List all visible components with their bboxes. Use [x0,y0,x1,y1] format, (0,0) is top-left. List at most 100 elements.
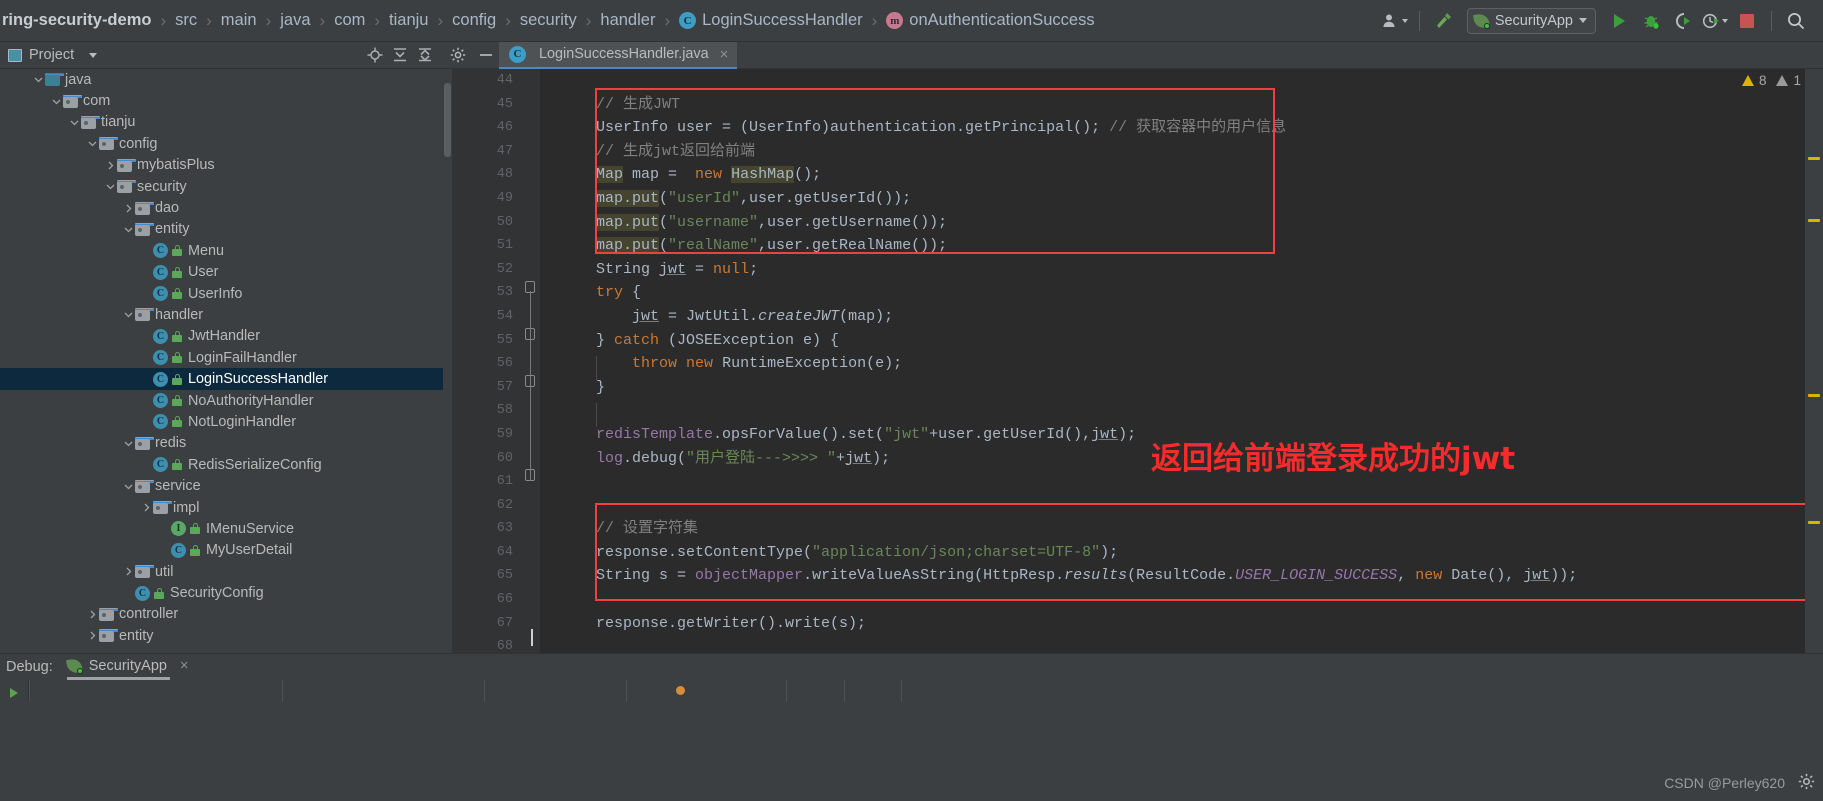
code-line[interactable] [540,69,1823,93]
expand-all-icon[interactable] [389,45,410,66]
chevron-right-icon[interactable] [122,565,135,578]
breadcrumb-item-java[interactable]: java [280,0,310,42]
tree-item-myuserdetail[interactable]: C MyUserDetail [0,540,443,561]
code-line[interactable]: String s = objectMapper.writeValueAsStri… [540,564,1823,588]
breadcrumb-item-src[interactable]: src [175,0,197,42]
stop-button[interactable] [1732,6,1762,36]
chevron-right-icon[interactable] [86,608,99,621]
error-marker[interactable] [1808,219,1820,222]
error-marker[interactable] [1808,394,1820,397]
breadcrumb-item-tianju[interactable]: tianju [389,0,428,42]
tree-item-controller[interactable]: controller [0,604,443,625]
tree-item-user[interactable]: C User [0,262,443,283]
chevron-down-icon[interactable] [89,52,98,58]
breadcrumb-item-handler[interactable]: handler [600,0,655,42]
tree-item-com[interactable]: com [0,90,443,111]
editor-marker-bar[interactable] [1805,69,1823,653]
tree-item-entity[interactable]: entity [0,219,443,240]
breadcrumb-item-main[interactable]: main [221,0,257,42]
inspection-widget[interactable]: 8 1 [1741,73,1801,88]
code-line[interactable]: response.getWriter().write(s); [540,612,1823,636]
gear-icon[interactable] [1798,773,1815,795]
code-line[interactable]: // 生成JWT [540,93,1823,117]
project-tree[interactable]: java com tianju config mybatisPlus security da… [0,69,443,653]
chevron-down-icon[interactable] [122,480,135,493]
breadcrumb-item-security[interactable]: security [520,0,577,42]
breadcrumb-item-config[interactable]: config [452,0,496,42]
run-with-coverage-button[interactable] [1668,6,1698,36]
tree-item-redis[interactable]: redis [0,433,443,454]
code-line[interactable] [540,399,1823,423]
code-line[interactable] [540,588,1823,612]
chevron-down-icon[interactable] [104,180,117,193]
code-line[interactable]: // 设置字符集 [540,517,1823,541]
tree-item-util[interactable]: util [0,561,443,582]
chevron-down-icon[interactable] [122,437,135,450]
chevron-right-icon[interactable] [86,629,99,642]
tree-item-securityconfig[interactable]: C SecurityConfig [0,582,443,603]
tree-item-notloginhandler[interactable]: C NotLoginHandler [0,411,443,432]
tree-item-imenuservice[interactable]: I IMenuService [0,518,443,539]
scrollbar-thumb[interactable] [444,83,451,157]
tree-item-impl[interactable]: impl [0,497,443,518]
code-line[interactable]: try { [540,281,1823,305]
code-line[interactable]: } [540,376,1823,400]
tree-item-redisserializeconfig[interactable]: C RedisSerializeConfig [0,454,443,475]
tree-item-config[interactable]: config [0,133,443,154]
chevron-right-icon[interactable] [104,159,117,172]
tree-item-noauthorityhandler[interactable]: C NoAuthorityHandler [0,390,443,411]
settings-icon[interactable] [445,42,471,68]
project-tool-window-button[interactable]: Project [0,47,98,63]
editor-left-scrollbar[interactable] [443,69,452,653]
tree-item-mybatisplus[interactable]: mybatisPlus [0,155,443,176]
code-line[interactable]: Map map = new HashMap(); [540,163,1823,187]
breadcrumb-item-loginsuccesshandler[interactable]: C LoginSuccessHandler [679,0,863,42]
tree-item-jwthandler[interactable]: C JwtHandler [0,326,443,347]
debug-resume-button[interactable] [0,682,28,704]
run-configuration-selector[interactable]: SecurityApp [1466,7,1596,34]
debug-button[interactable] [1636,6,1666,36]
chevron-down-icon[interactable] [50,95,63,108]
breakpoint-icon[interactable] [676,686,685,695]
code-editor[interactable]: 44 45 46 47 48 49 50 51 52 53 54 55 56 57 58 59 60 61 62 63… [443,69,1823,653]
marker-up-arrow[interactable] [1808,73,1820,76]
tree-item-java[interactable]: java [0,69,443,90]
hammer-icon[interactable] [1429,6,1459,36]
chevron-down-icon[interactable] [122,223,135,236]
error-marker[interactable] [1808,157,1820,160]
chevron-down-icon[interactable] [122,308,135,321]
hide-panel-icon[interactable] [473,42,499,68]
code-line[interactable]: UserInfo user = (UserInfo)authentication… [540,116,1823,140]
close-icon[interactable]: × [720,46,729,63]
chevron-right-icon[interactable] [140,501,153,514]
tree-item-tianju[interactable]: tianju [0,112,443,133]
code-line[interactable]: throw new RuntimeException(e); [540,352,1823,376]
code-line[interactable]: map.put("username",user.getUsername()); [540,211,1823,235]
tree-item-userinfo[interactable]: C UserInfo [0,283,443,304]
code-line[interactable] [540,494,1823,518]
tree-item-handler[interactable]: handler [0,304,443,325]
code-line[interactable]: jwt = JwtUtil.createJWT(map); [540,305,1823,329]
breadcrumb-item-com[interactable]: com [334,0,365,42]
chevron-down-icon[interactable] [68,116,81,129]
code-line[interactable]: String jwt = null; [540,258,1823,282]
tree-item-security[interactable]: security [0,176,443,197]
close-icon[interactable]: × [180,658,188,674]
collapse-all-icon[interactable] [414,45,435,66]
tree-item-dao[interactable]: dao [0,197,443,218]
code-line[interactable]: // 生成jwt返回给前端 [540,140,1823,164]
tree-item-service[interactable]: service [0,475,443,496]
code-line[interactable]: response.setContentType("application/jso… [540,541,1823,565]
code-line[interactable] [540,635,1823,653]
code-line[interactable]: map.put("realName",user.getRealName()); [540,234,1823,258]
tree-item-loginsuccesshandler[interactable]: C LoginSuccessHandler [0,368,443,390]
chevron-right-icon[interactable] [122,202,135,215]
editor-tab-loginsuccesshandler[interactable]: C LoginSuccessHandler.java × [499,41,738,69]
locate-icon[interactable] [364,45,385,66]
tree-item-loginfailhandler[interactable]: C LoginFailHandler [0,347,443,368]
chevron-down-icon[interactable] [86,137,99,150]
code-line[interactable]: } catch (JOSEException e) { [540,329,1823,353]
breadcrumb-item-onauthenticationsuccess[interactable]: m onAuthenticationSuccess [886,0,1095,42]
breadcrumb-item-ring-security-demo[interactable]: ring-security-demo [0,0,151,42]
debug-session-tab[interactable]: SecurityApp × [65,658,188,680]
